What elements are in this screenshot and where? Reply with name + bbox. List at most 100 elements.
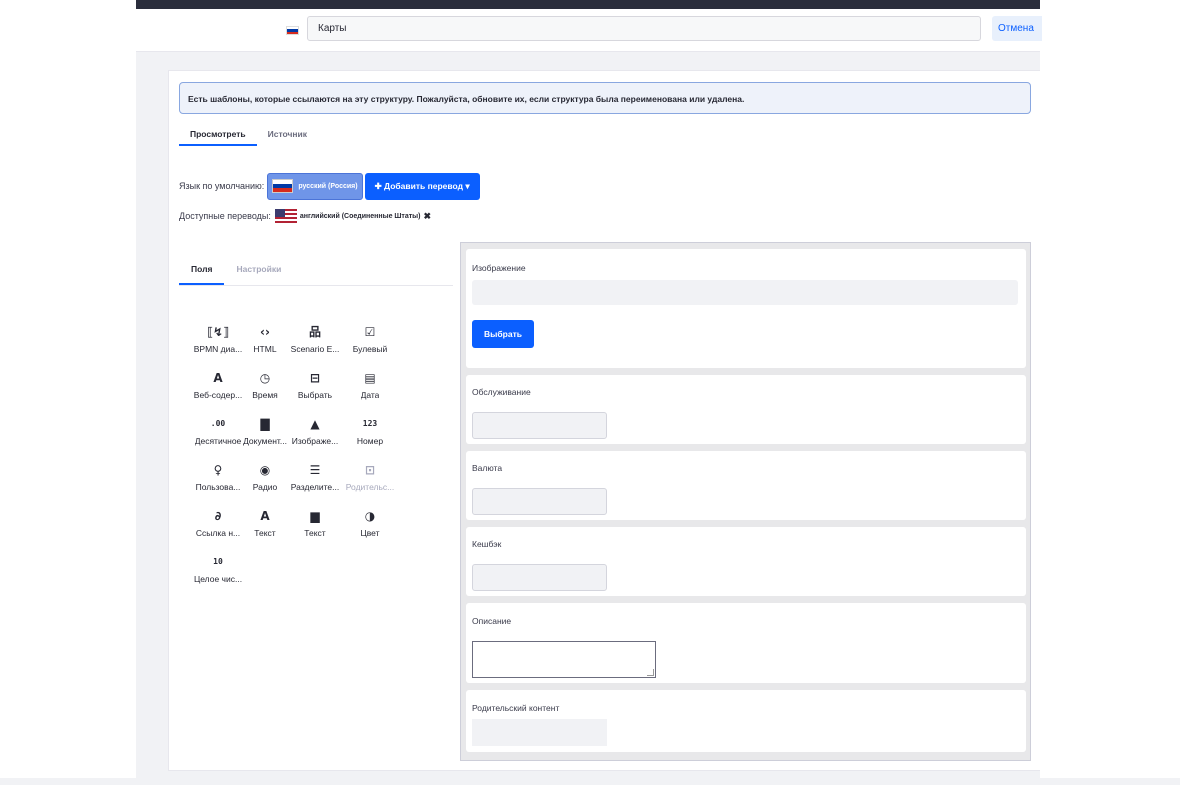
field-label: Булевый [352,344,388,354]
top-navbar [136,0,1040,9]
sitemap-icon: 品 [308,325,321,339]
letter-a-icon: A [213,371,223,385]
archive-icon: ⊡ [364,463,376,477]
radio-icon: ◉ [259,463,271,477]
form-field-cashback[interactable]: Кешбэк [466,527,1026,596]
field-label: Изображе... [291,436,339,446]
field-type-select[interactable]: ⊟ Выбрать [285,371,345,404]
service-input[interactable] [472,412,607,439]
currency-input[interactable] [472,488,607,515]
russian-flag-icon [272,179,294,193]
text-icon: A [260,509,270,523]
field-type-decimal[interactable]: .00 Десятичное [191,417,245,450]
field-type-document[interactable]: ▇ Документ... [243,417,287,450]
field-label: Ссылка н... [195,528,241,538]
field-type-date[interactable]: ▤ Дата [345,371,395,404]
info-alert: Есть шаблоны, которые ссылаются на эту с… [179,82,1031,114]
field-label: Номер [356,436,384,446]
field-label: Цвет [360,528,380,538]
separator-icon: ☰ [309,463,321,477]
default-language-value: русский (Россия) [298,182,358,190]
field-type-time[interactable]: ◷ Время [245,371,285,404]
field-label: Разделите... [290,482,340,492]
image-preview [472,280,1018,305]
image-icon: ▲ [310,417,320,431]
form-field-parent-content[interactable]: Родительский контент [466,690,1026,752]
field-type-separator[interactable]: ☰ Разделите... [285,463,345,496]
field-label: Пользова... [195,482,241,492]
field-label: Дата [360,390,380,400]
tab-view[interactable]: Просмотреть [179,126,257,146]
form-builder-canvas: Изображение Выбрать Обслуживание Валюта … [460,242,1031,761]
field-label: HTML [253,344,277,354]
bpmn-icon: ⟦↯⟧ [207,325,229,339]
field-label: Выбрать [297,390,333,400]
field-type-integer[interactable]: 10 Целое чис... [191,555,245,588]
checkbox-icon: ☑ [364,325,376,339]
field-title: Кешбэк [472,539,502,549]
field-type-text[interactable]: A Текст [245,509,285,542]
default-language-row: Язык по умолчанию: русский (Россия) ✚ До… [179,172,480,200]
field-type-boolean[interactable]: ☑ Булевый [345,325,395,358]
field-type-html[interactable]: ‹› HTML [245,325,285,358]
field-label: Радио [252,482,278,492]
close-icon[interactable]: ✖ [424,211,432,222]
field-type-web-content[interactable]: A Веб-содер... [191,371,245,404]
field-type-parent: ⊡ Родительс... [345,463,395,496]
form-field-image[interactable]: Изображение Выбрать [466,249,1026,368]
tab-source[interactable]: Источник [257,126,318,146]
field-label: Текст [304,528,326,538]
decimal-icon: .00 [210,419,226,428]
field-label: Время [252,390,278,400]
tab-fields[interactable]: Поля [179,256,225,285]
available-translations-row: Доступные переводы: английский (Соединен… [179,207,431,225]
default-language-button[interactable]: русский (Россия) [267,172,363,200]
document-icon: ▇ [260,417,270,431]
view-tabs: Просмотреть Источник [179,126,318,146]
header-bar: Карты Отмена [136,9,1042,52]
link-icon: ∂ [214,509,222,523]
add-translation-button[interactable]: ✚ Добавить перевод ▾ [364,172,480,200]
field-type-scenario[interactable]: 品 Scenario E... [285,325,345,358]
cancel-button[interactable]: Отмена [992,16,1042,41]
field-label: BPMN диа... [193,344,243,354]
us-flag-icon [274,209,297,223]
parent-content-area [472,719,607,746]
field-title: Валюта [472,463,503,473]
translation-english[interactable]: английский (Соединенные Штаты) [300,213,421,220]
field-label: Целое чис... [193,574,243,584]
description-textarea[interactable] [472,641,656,678]
sidebar-tabs: Поля Настройки [179,256,453,286]
field-label: Документ... [243,436,287,446]
clock-icon: ◷ [259,371,271,385]
field-title: Изображение [472,263,526,273]
structure-name-input[interactable]: Карты [307,16,981,41]
field-type-radio[interactable]: ◉ Радио [245,463,285,496]
field-type-user[interactable]: ♀ Пользова... [191,463,245,496]
field-type-bpmn[interactable]: ⟦↯⟧ BPMN диа... [191,325,245,358]
field-label: Scenario E... [290,344,340,354]
cashback-input[interactable] [472,564,607,591]
form-field-currency[interactable]: Валюта [466,451,1026,520]
field-type-link[interactable]: ∂ Ссылка н... [191,509,245,542]
field-label: Текст [254,528,276,538]
available-translations-label: Доступные переводы: [179,211,271,221]
form-field-service[interactable]: Обслуживание [466,375,1026,444]
field-types-palette: ⟦↯⟧ BPMN диа... ‹› HTML 品 Scenario E... ☑ Бу… [191,325,431,588]
choose-image-button[interactable]: Выбрать [472,320,534,348]
code-icon: ‹› [260,325,270,339]
user-icon: ♀ [213,463,223,477]
field-label: Родительс... [345,482,395,492]
field-type-image[interactable]: ▲ Изображе... [285,417,345,450]
select-icon: ⊟ [309,371,321,385]
color-icon: ◑ [364,509,376,523]
form-field-description[interactable]: Описание [466,603,1026,683]
russian-flag-icon[interactable] [286,26,299,35]
field-type-number[interactable]: 123 Номер [345,417,395,450]
integer-icon: 10 [213,557,223,566]
field-type-color[interactable]: ◑ Цвет [345,509,395,542]
tab-settings[interactable]: Настройки [224,256,293,285]
field-label: Веб-содер... [193,390,243,400]
field-type-rich-text[interactable]: ▆ Текст [285,509,345,542]
footer-strip [0,778,1180,785]
